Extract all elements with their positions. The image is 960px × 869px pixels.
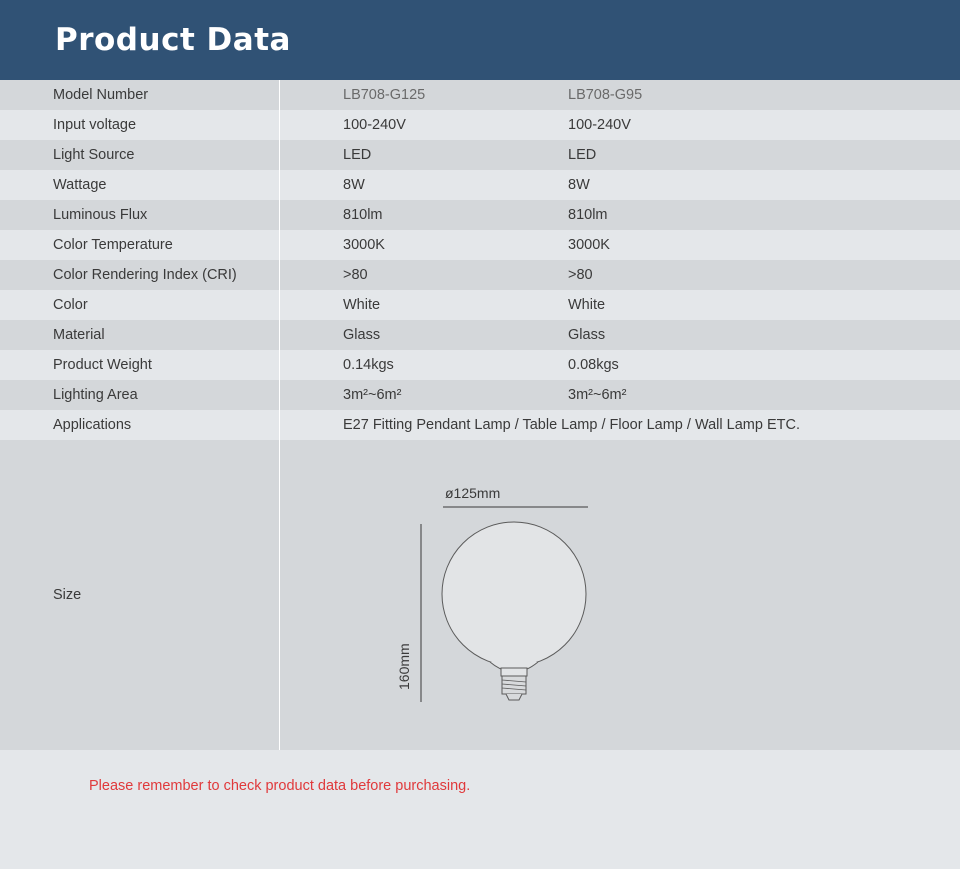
table-row: Color White White [0,290,960,320]
row-label: Model Number [0,80,280,110]
value-g125: 8W [343,177,365,193]
value-g125: LB708-G125 [343,87,426,103]
applications-value: E27 Fitting Pendant Lamp / Table Lamp / … [343,417,800,433]
value-g95: LB708-G95 [568,87,643,103]
value-g125: LED [343,147,372,163]
value-g125: White [343,297,381,313]
row-label: Applications [0,410,280,440]
table-row-applications: Applications E27 Fitting Pendant Lamp / … [0,410,960,440]
width-dimension-label: ø125mm [445,485,500,501]
bulb-tip [505,693,523,701]
bulb-globe [441,521,587,667]
value-g125: 0.14kgs [343,357,394,373]
value-g95: 3m²~6m² [568,387,627,403]
value-g95: >80 [568,267,593,283]
purchase-notice: Please remember to check product data be… [89,778,471,794]
bulb-collar [500,667,528,677]
table-row: Color Temperature 3000K 3000K [0,230,960,260]
value-g125: >80 [343,267,368,283]
row-label: Color Rendering Index (CRI) [0,260,280,290]
page-header: Product Data [0,0,960,80]
value-g95: White [568,297,606,313]
value-g125: Glass [343,327,381,343]
value-g125: 810lm [343,207,383,223]
table-row: Lighting Area 3m²~6m² 3m²~6m² [0,380,960,410]
row-label: Material [0,320,280,350]
value-g95: 0.08kgs [568,357,619,373]
row-label: Product Weight [0,350,280,380]
row-label: Luminous Flux [0,200,280,230]
row-label: Wattage [0,170,280,200]
row-label: Color [0,290,280,320]
page-title: Product Data [55,22,291,58]
row-label: Size [0,440,280,750]
row-label: Color Temperature [0,230,280,260]
value-g95: Glass [568,327,606,343]
value-g125: 3000K [343,237,385,253]
value-g95: 100-240V [568,117,631,133]
value-g95: 810lm [568,207,608,223]
height-dimension-label: 160mm [396,643,412,690]
table-row: Model Number LB708-G125 LB708-G95 [0,80,960,110]
table-row: Material Glass Glass [0,320,960,350]
bulb-drawing: ø125mm 160mm [396,485,588,702]
row-label: Lighting Area [0,380,280,410]
value-g95: LED [568,147,597,163]
table-row: Luminous Flux 810lm 810lm [0,200,960,230]
table-row-size: Size ø125mm 160mm [0,440,960,750]
spec-table: Model Number LB708-G125 LB708-G95 Input … [0,80,960,750]
value-g125: 100-240V [343,117,406,133]
value-g125: 3m²~6m² [343,387,402,403]
row-label: Input voltage [0,110,280,140]
table-row: Color Rendering Index (CRI) >80 >80 [0,260,960,290]
table-row: Wattage 8W 8W [0,170,960,200]
table-row: Product Weight 0.14kgs 0.08kgs [0,350,960,380]
table-row: Light Source LED LED [0,140,960,170]
value-g95: 3000K [568,237,610,253]
value-g95: 8W [568,177,590,193]
row-label: Light Source [0,140,280,170]
bulb-size-diagram: ø125mm 160mm [280,440,960,750]
table-row: Input voltage 100-240V 100-240V [0,110,960,140]
